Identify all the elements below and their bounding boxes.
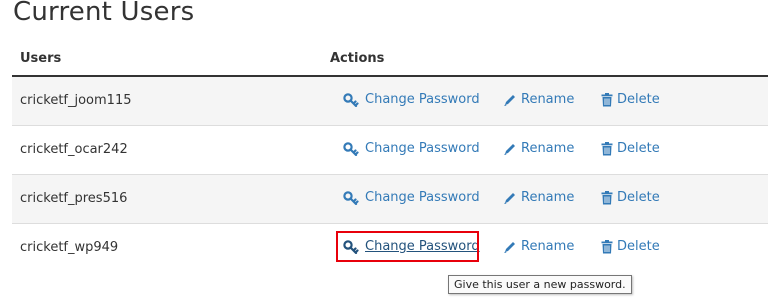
pencil-icon [503, 142, 517, 156]
change-password-label: Change Password [365, 141, 480, 156]
rename-label: Rename [521, 239, 575, 254]
user-name: cricketf_joom115 [20, 93, 132, 108]
delete-label: Delete [617, 190, 660, 205]
change-password-link[interactable]: Change Password [343, 92, 480, 107]
trash-icon [601, 141, 613, 156]
user-name: cricketf_wp949 [20, 240, 119, 255]
key-icon [343, 92, 361, 107]
table-header: Users Actions [12, 43, 768, 77]
rename-link[interactable]: Rename [503, 141, 574, 156]
delete-label: Delete [617, 141, 660, 156]
change-password-link[interactable]: Change Password [343, 190, 480, 205]
highlight-box [336, 231, 479, 262]
pencil-icon [503, 93, 517, 107]
user-name: cricketf_ocar242 [20, 142, 128, 157]
delete-link[interactable]: Delete [601, 92, 660, 107]
change-password-label: Change Password [365, 92, 480, 107]
trash-icon [601, 190, 613, 205]
pencil-icon [503, 191, 517, 205]
change-password-label: Change Password [365, 190, 480, 205]
user-name: cricketf_pres516 [20, 191, 128, 206]
pencil-icon [503, 240, 517, 254]
delete-link[interactable]: Delete [601, 141, 660, 156]
table-row: cricketf_ocar242 Change Password Rename … [12, 126, 768, 175]
trash-icon [601, 92, 613, 107]
rename-label: Rename [521, 92, 575, 107]
delete-link[interactable]: Delete [601, 190, 660, 205]
rename-label: Rename [521, 141, 575, 156]
page-title: Current Users [13, 0, 195, 27]
tooltip: Give this user a new password. [448, 275, 632, 294]
column-header-actions: Actions [330, 51, 385, 66]
table-row: cricketf_pres516 Change Password Rename … [12, 175, 768, 224]
key-icon [343, 141, 361, 156]
rename-link[interactable]: Rename [503, 239, 574, 254]
column-header-users: Users [20, 51, 62, 66]
rename-label: Rename [521, 190, 575, 205]
table-row: cricketf_joom115 Change Password Rename … [12, 77, 768, 126]
change-password-link[interactable]: Change Password [343, 141, 480, 156]
delete-link[interactable]: Delete [601, 239, 660, 254]
rename-link[interactable]: Rename [503, 92, 574, 107]
rename-link[interactable]: Rename [503, 190, 574, 205]
delete-label: Delete [617, 92, 660, 107]
key-icon [343, 190, 361, 205]
trash-icon [601, 239, 613, 254]
delete-label: Delete [617, 239, 660, 254]
